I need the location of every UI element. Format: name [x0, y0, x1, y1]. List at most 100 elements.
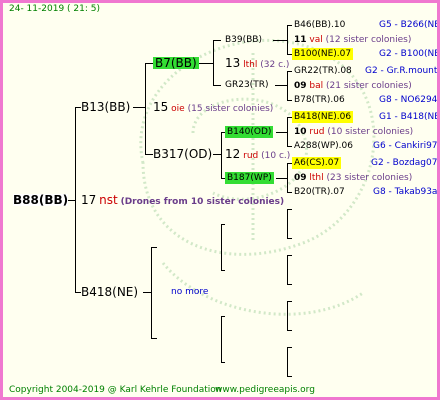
b46-drone-count: 11 — [294, 35, 307, 45]
ref-b46: G5 - B266(NE) — [379, 20, 440, 30]
footer-url[interactable]: www.pedigreeapis.org — [215, 384, 315, 396]
connector — [221, 316, 225, 317]
sire-drone-note: (15 sister colonies) — [187, 104, 274, 114]
pedigree-chart: { "header": { "date": "24- 11-2019 ( 21:… — [0, 0, 440, 400]
connector — [67, 200, 75, 201]
root-queen[interactable]: B88(BB) — [13, 194, 69, 206]
b317-drone-info: 12 rud (10 c.) — [225, 148, 290, 162]
ref-a6: G2 - Bozdag07R — [371, 158, 440, 168]
ref-gr22: G2 - Gr.R.mounta — [365, 66, 440, 76]
connector — [221, 270, 225, 271]
queen-b317[interactable]: B317(OD) — [153, 148, 212, 160]
queen-a6[interactable]: A6(CS).07 — [292, 157, 342, 169]
b418-drone-count: 10 — [294, 127, 307, 137]
connector — [276, 178, 287, 179]
connector — [287, 163, 288, 193]
connector — [287, 347, 292, 348]
dam-queen[interactable]: B418(NE) — [81, 286, 138, 298]
queen-b20[interactable]: B20(TR).07 — [294, 186, 345, 198]
connector — [143, 292, 151, 293]
queen-a288[interactable]: A288(WP).06 — [294, 140, 353, 152]
connector — [287, 255, 288, 285]
root-drone-mark: nst — [99, 193, 118, 207]
ref-a288: G6 - Cankiri97Q — [373, 141, 440, 151]
connector — [287, 146, 292, 147]
no-more-label: no more — [171, 287, 209, 297]
sire-drone-mark: oie — [171, 104, 185, 114]
connector — [275, 85, 287, 86]
sire-drone-count: 15 — [153, 100, 169, 114]
b46-drone-note: (12 sister colonies) — [325, 35, 412, 45]
queen-b140[interactable]: B140(OD) — [225, 126, 274, 138]
connector — [213, 40, 214, 86]
b418-drone-mark: rud — [309, 127, 325, 137]
b39-drone-info: 13 lthl (32 c.) — [225, 57, 289, 71]
connector — [287, 71, 292, 72]
connector — [287, 347, 288, 377]
b418-drone-info: 10 rud (10 sister colonies) — [294, 126, 413, 138]
connector — [287, 330, 292, 331]
b317-drone-note: (10 c.) — [261, 151, 291, 161]
queen-b7[interactable]: B7(BB) — [153, 57, 199, 69]
queen-gr23[interactable]: GR23(TR) — [225, 79, 268, 91]
queen-b78[interactable]: B78(TR).06 — [294, 94, 345, 106]
connector — [221, 362, 225, 363]
connector — [199, 63, 213, 64]
ref-b100: G2 - B100(NE) — [379, 49, 440, 59]
connector — [213, 85, 221, 86]
connector — [221, 224, 225, 225]
connector — [151, 247, 157, 248]
b39-drone-count: 13 — [225, 56, 241, 70]
connector — [287, 301, 292, 302]
sire-queen[interactable]: B13(BB) — [81, 101, 130, 113]
connector — [221, 316, 222, 363]
connector — [213, 154, 221, 155]
footer-copyright: Copyright 2004-2019 @ Karl Kehrle Founda… — [9, 385, 222, 395]
sire-drone-info: 15 oie (15 sister colonies) — [153, 101, 273, 115]
connector — [145, 63, 153, 64]
queen-gr22[interactable]: GR22(TR).08 — [294, 65, 352, 77]
connector — [287, 25, 288, 55]
connector — [151, 247, 152, 339]
connector — [287, 100, 292, 101]
connector — [287, 284, 292, 285]
connector — [287, 301, 288, 331]
gr22-drone-count: 09 — [294, 81, 307, 91]
gr22-drone-note: (21 sister colonies) — [326, 81, 412, 91]
queen-b100[interactable]: B100(NE).07 — [292, 48, 354, 60]
queen-b418-g4[interactable]: B418(NE).06 — [292, 111, 354, 123]
connector — [276, 132, 287, 133]
queen-b46[interactable]: B46(BB).10 — [294, 19, 345, 31]
connector — [287, 376, 292, 377]
root-drone-info: 17 nst (Drones from 10 sister colonies) — [81, 194, 284, 208]
ref-b78: G8 - NO6294R — [379, 95, 440, 105]
root-drone-note: (Drones from 10 sister colonies) — [120, 197, 285, 207]
connector — [287, 117, 288, 147]
connector — [133, 107, 145, 108]
a6-drone-mark: lthl — [309, 173, 324, 183]
queen-b187[interactable]: B187(WP) — [225, 172, 274, 184]
a6-drone-info: 09 lthl (23 sister colonies) — [294, 172, 412, 184]
connector — [287, 255, 292, 256]
ref-b418: G1 - B418(NE) — [379, 112, 440, 122]
queen-b39[interactable]: B39(BB) — [225, 34, 262, 46]
a6-drone-note: (23 sister colonies) — [326, 173, 413, 183]
b39-drone-note: (32 c.) — [260, 60, 290, 70]
connector — [213, 40, 221, 41]
root-drone-count: 17 — [81, 193, 97, 207]
connector — [287, 238, 292, 239]
connector — [287, 209, 292, 210]
connector — [145, 63, 146, 155]
connector — [273, 40, 287, 41]
b317-drone-mark: rud — [243, 151, 259, 161]
ref-b20: G8 - Takab93aR — [373, 187, 440, 197]
connector — [151, 338, 157, 339]
b46-drone-mark: val — [309, 35, 323, 45]
b46-drone-info: 11 val (12 sister colonies) — [294, 34, 411, 46]
connector — [287, 71, 288, 101]
b39-drone-mark: lthl — [243, 60, 258, 70]
connector — [221, 224, 222, 271]
connector — [287, 209, 288, 239]
gr22-drone-mark: bal — [309, 81, 324, 91]
date-stamp: 24- 11-2019 ( 21: 5) — [9, 4, 100, 14]
